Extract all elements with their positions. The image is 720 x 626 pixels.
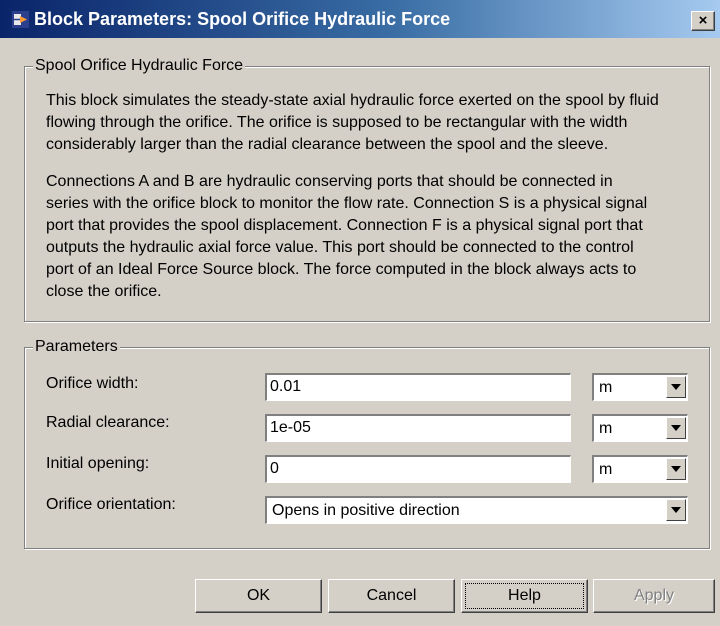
orifice-width-label: Orifice width: — [46, 375, 139, 392]
orifice-width-unit-value: m — [599, 379, 613, 396]
description-line: series with the orifice block to monitor… — [46, 195, 648, 212]
close-button[interactable]: × — [691, 11, 715, 31]
description-line: flowing through the orifice. The orifice… — [46, 114, 628, 131]
description-line: Connections A and B are hydraulic conser… — [46, 173, 613, 190]
chevron-down-icon[interactable] — [666, 458, 686, 480]
description-line: port of an Ideal Force Source block. The… — [46, 261, 637, 278]
description-line: port that provides the spool displacemen… — [46, 217, 643, 234]
window-title: Block Parameters: Spool Orifice Hydrauli… — [34, 9, 451, 29]
initial-opening-unit-select[interactable]: m — [592, 455, 688, 483]
chevron-down-icon[interactable] — [666, 376, 686, 398]
description-group-title: Spool Orifice Hydraulic Force — [33, 57, 246, 75]
description-paragraph-1: This block simulates the steady-state ax… — [46, 90, 659, 156]
initial-opening-input[interactable]: 0 — [265, 455, 571, 483]
initial-opening-unit-value: m — [599, 461, 613, 478]
radial-clearance-input[interactable]: 1e-05 — [265, 414, 571, 442]
orifice-orientation-select[interactable]: Opens in positive direction — [265, 496, 688, 524]
simulink-block-icon — [12, 11, 29, 28]
description-line: outputs the hydraulic axial force value.… — [46, 239, 634, 256]
apply-button[interactable]: Apply — [593, 579, 715, 613]
title-bar[interactable]: Block Parameters: Spool Orifice Hydrauli… — [0, 0, 720, 38]
description-paragraph-2: Connections A and B are hydraulic conser… — [46, 171, 647, 303]
radial-clearance-label: Radial clearance: — [46, 414, 170, 431]
initial-opening-label: Initial opening: — [46, 455, 150, 472]
orifice-width-input[interactable]: 0.01 — [265, 373, 571, 401]
orifice-orientation-label: Orifice orientation: — [46, 496, 176, 513]
chevron-down-icon[interactable] — [666, 499, 686, 521]
cancel-button[interactable]: Cancel — [328, 579, 455, 613]
radial-clearance-unit-value: m — [599, 420, 613, 437]
orifice-orientation-value: Opens in positive direction — [272, 502, 460, 519]
description-line: considerably larger than the radial clea… — [46, 136, 609, 153]
description-line: This block simulates the steady-state ax… — [46, 92, 659, 109]
chevron-down-icon[interactable] — [666, 417, 686, 439]
orifice-width-unit-select[interactable]: m — [592, 373, 688, 401]
parameters-group-title: Parameters — [33, 338, 120, 356]
ok-button[interactable]: OK — [195, 579, 322, 613]
help-button[interactable]: Help — [461, 579, 588, 613]
description-line: close the orifice. — [46, 283, 162, 300]
radial-clearance-unit-select[interactable]: m — [592, 414, 688, 442]
